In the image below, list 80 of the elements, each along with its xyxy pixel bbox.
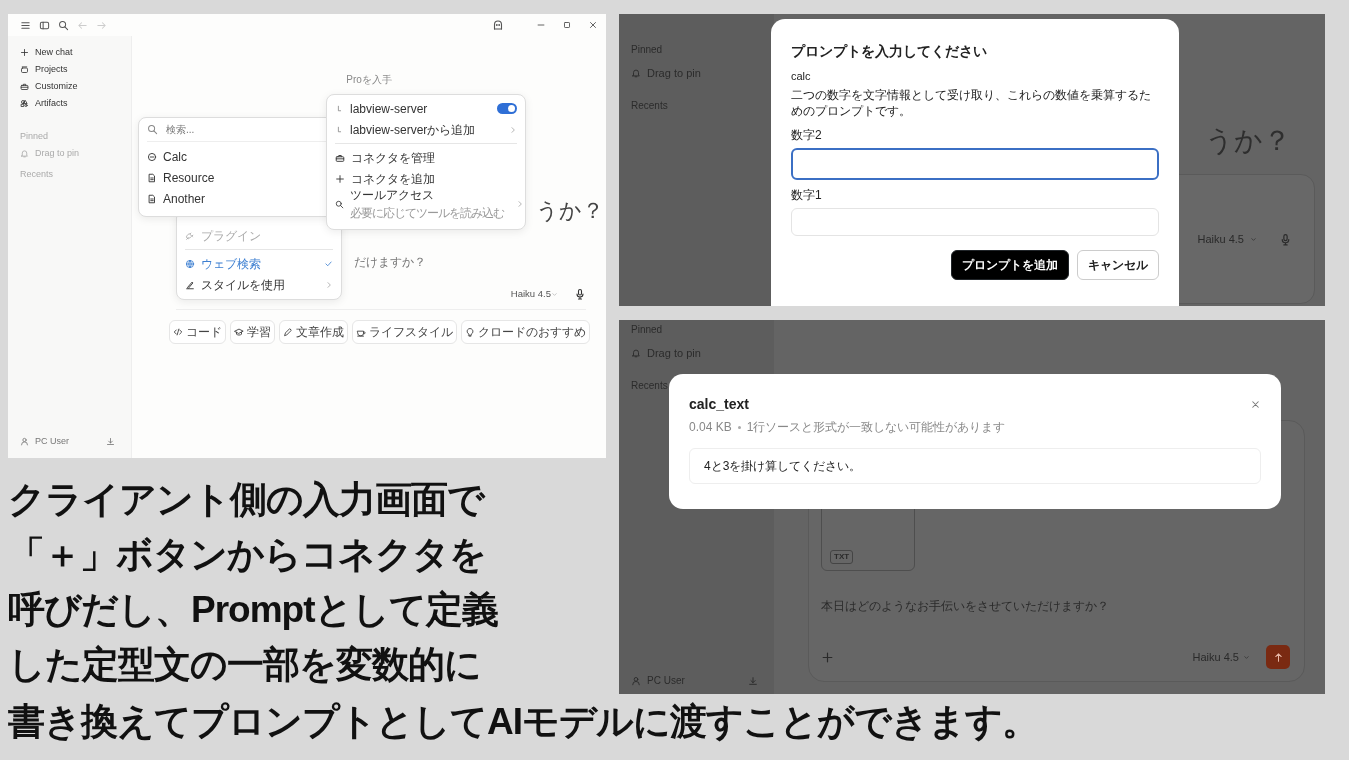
document-icon — [147, 172, 157, 183]
dialog-button[interactable]: キャンセル — [1077, 250, 1159, 281]
bell-icon — [20, 149, 29, 158]
bell-icon — [631, 348, 641, 359]
sidebar-toggle-icon[interactable] — [39, 19, 50, 31]
up-arrow-icon — [1272, 651, 1284, 663]
chevron-right-icon — [325, 280, 333, 289]
user-icon — [20, 437, 29, 446]
menu-item[interactable]: labview-serverから追加 — [327, 119, 525, 140]
file-type-label: TXT — [830, 550, 854, 564]
prompt-description: 二つの数字を文字情報として受け取り、これらの数値を乗算するためのプロンプトです。 — [791, 86, 1152, 121]
caption-line: した定型文の一部を変数的に — [8, 643, 482, 687]
separator-dot — [737, 425, 741, 429]
drag-hint: Drag to pin — [35, 146, 80, 160]
lightbulb-icon — [464, 327, 475, 338]
file-size: 0.04 KB — [689, 419, 732, 436]
suggestion-chip[interactable]: ライフスタイル — [351, 320, 457, 345]
prompt-name: calc — [791, 69, 812, 84]
dialog-title: プロンプトを入力してください — [791, 42, 988, 61]
search-icon — [335, 199, 344, 209]
sidebar-item[interactable]: Customize — [35, 79, 78, 94]
close-icon[interactable] — [1250, 399, 1261, 410]
brush-icon — [185, 279, 195, 290]
menu-icon[interactable] — [20, 19, 31, 31]
graduation-cap-icon — [233, 327, 244, 338]
chat-bubble-icon — [147, 151, 157, 162]
download-icon[interactable] — [106, 437, 115, 446]
bell-icon — [631, 68, 641, 79]
dialog-button[interactable]: プロンプトを追加 — [951, 250, 1069, 281]
check-icon — [324, 259, 333, 268]
suggestion-chip[interactable]: 文章作成 — [278, 320, 348, 345]
plus-icon[interactable] — [821, 650, 834, 664]
code-icon — [172, 327, 183, 338]
suggestion-chip[interactable]: 学習 — [229, 320, 275, 345]
section-heading: Pinned — [20, 129, 49, 143]
caption-line: 書き換えてプロンプトとしてAIモデルに渡すことができます。 — [8, 700, 1039, 744]
search-icon — [147, 124, 158, 135]
document-icon — [147, 193, 157, 204]
bag-icon — [20, 82, 29, 91]
dialog-title: calc_text — [689, 395, 749, 414]
close-icon[interactable] — [588, 20, 598, 30]
plug-icon — [185, 230, 195, 241]
toggle-switch[interactable] — [497, 103, 517, 114]
search-icon[interactable] — [58, 19, 69, 31]
menu-item-label: labview-server — [350, 100, 428, 118]
caption-line: 呼びだし、Promptとして定義 — [8, 588, 499, 632]
folder-icon — [20, 65, 29, 74]
pen-icon — [282, 327, 293, 338]
field-label: 数字1 — [791, 187, 823, 205]
ghost-icon[interactable] — [492, 19, 504, 31]
file-content: 4と3を掛け算してください。 — [689, 448, 1261, 484]
greeting-heading: うか？ — [536, 197, 604, 225]
caption-line: クライアント側の入力画面で — [8, 478, 487, 522]
toolbox-icon — [335, 152, 345, 163]
upgrade-link[interactable]: Proを入手 — [346, 74, 392, 85]
menu-item[interactable]: ウェブ検索 — [177, 253, 341, 274]
microphone-icon[interactable] — [574, 288, 586, 301]
section-heading: Recents — [20, 167, 54, 181]
menu-item[interactable]: スタイルを使用 — [177, 274, 341, 295]
send-button[interactable] — [1266, 645, 1290, 669]
search-field[interactable]: 検索... — [164, 121, 314, 138]
chevron-right-icon — [516, 200, 524, 208]
sidebar-item[interactable]: Projects — [35, 62, 68, 77]
suggestion-chip[interactable]: クロードのおすすめ — [460, 320, 590, 345]
user-name[interactable]: PC User — [35, 434, 69, 449]
sidebar-item[interactable]: New chat — [35, 45, 73, 60]
plus-icon — [335, 173, 345, 184]
plus-icon — [20, 48, 29, 57]
chevron-right-icon — [509, 125, 517, 134]
model-selector[interactable]: Haiku 4.5 — [510, 287, 551, 302]
input-field[interactable] — [791, 148, 1159, 181]
user-icon — [631, 675, 641, 686]
maximize-icon[interactable] — [562, 20, 572, 30]
sidebar-item[interactable]: Artifacts — [35, 96, 68, 111]
caption-line: 「＋」ボタンからコネクタを — [8, 533, 487, 577]
file-note: 1行ソースと形式が一致しない可能性があります — [746, 419, 1006, 436]
download-icon[interactable] — [748, 675, 758, 686]
globe-icon — [185, 258, 195, 269]
suggestion-chip[interactable]: コード — [168, 320, 226, 345]
field-label: 数字2 — [791, 127, 823, 145]
